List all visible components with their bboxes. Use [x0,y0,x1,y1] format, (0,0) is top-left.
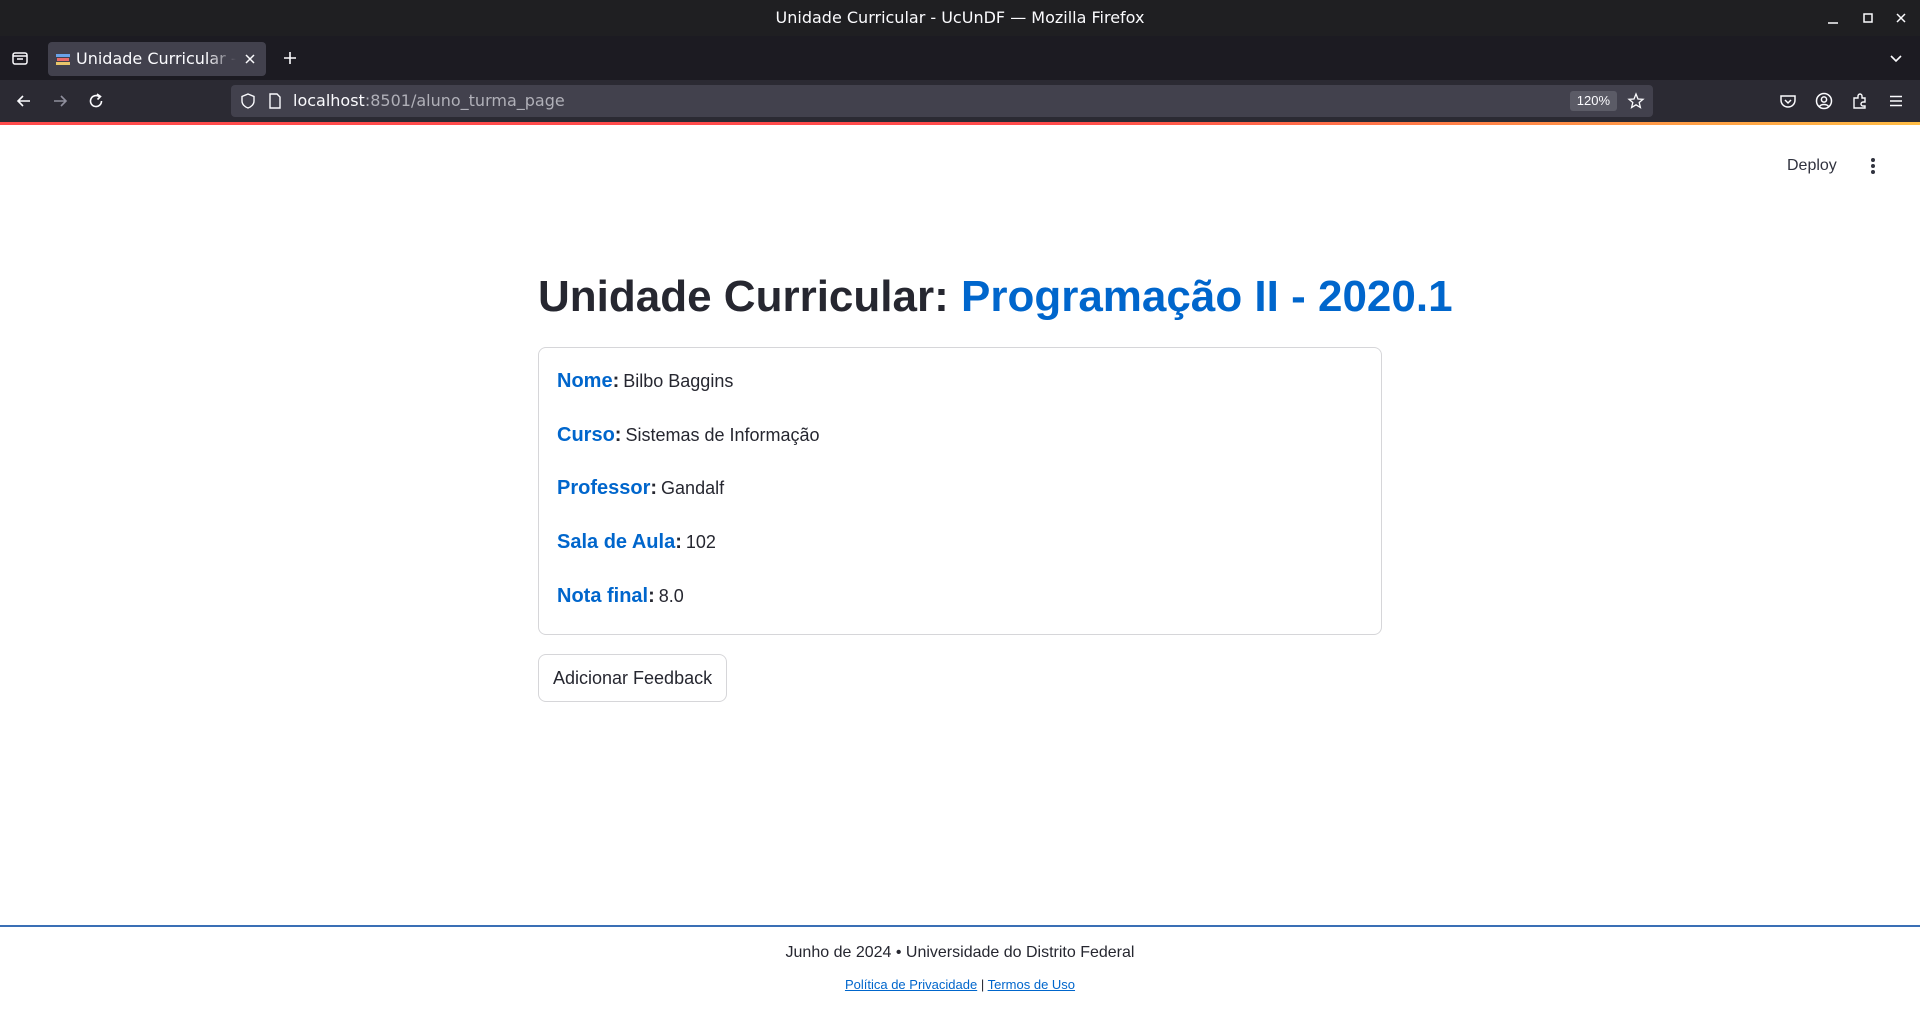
info-value: Gandalf [661,478,725,498]
label-colon: : [650,477,658,499]
course-name: Programação II - 2020.1 [960,272,1453,321]
tab-active[interactable]: Unidade Curricular - UcUnDF [48,42,266,76]
footer-text: Junho de 2024 • Universidade do Distrito… [785,944,1135,961]
minimize-icon[interactable] [1822,8,1844,28]
bookmark-star-icon[interactable] [1627,92,1645,110]
shield-icon[interactable] [239,92,257,110]
info-row-nome: Nome: Bilbo Baggins [557,370,733,393]
forward-arrow-icon[interactable] [50,91,70,111]
chevron-down-icon[interactable] [1886,48,1906,68]
info-value: 8.0 [658,586,684,606]
hamburger-menu-icon[interactable] [1886,91,1906,111]
new-tab-icon[interactable] [280,48,300,68]
back-arrow-icon[interactable] [14,91,34,111]
info-row-sala: Sala de Aula: 102 [557,531,716,554]
page-icon[interactable] [267,92,283,110]
account-icon[interactable] [1814,91,1834,111]
window-title: Unidade Curricular - UcUnDF — Mozilla Fi… [775,8,1145,27]
info-label: Nome [557,370,613,392]
info-value: Bilbo Baggins [623,371,734,391]
page-title-prefix: Unidade Curricular: [538,272,961,321]
privacy-policy-link[interactable]: Política de Privacidade [845,977,977,992]
navigation-bar: localhost:8501/aluno_turma_page 120% [0,80,1920,122]
url-host: localhost [293,91,365,110]
url-text[interactable]: localhost:8501/aluno_turma_page [293,85,565,117]
info-label: Professor [557,477,651,499]
close-tab-icon[interactable] [242,51,258,67]
kebab-menu-icon[interactable] [1863,152,1883,180]
label-colon: : [648,585,655,607]
info-row-nota: Nota final: 8.0 [557,585,684,608]
maximize-icon[interactable] [1857,8,1879,28]
tab-bar: Unidade Curricular - UcUnDF [0,36,1920,80]
terms-of-use-link[interactable]: Termos de Uso [988,977,1075,992]
reload-icon[interactable] [86,91,106,111]
footer-links: Política de Privacidade | Termos de Uso [0,977,1920,992]
label-colon: : [675,531,682,553]
books-favicon-icon [56,53,70,65]
address-bar[interactable]: localhost:8501/aluno_turma_page 120% [231,85,1653,117]
label-colon: : [612,370,620,392]
streamlit-header-decoration [0,122,1920,125]
student-info-card: Nome: Bilbo Baggins Curso: Sistemas de Inf… [538,347,1382,635]
info-label: Sala de Aula [557,531,676,553]
footer-divider [0,925,1920,927]
page-title: Unidade Curricular: Programação II - 202… [538,272,1453,322]
info-row-curso: Curso: Sistemas de Informação [557,424,820,447]
info-value: Sistemas de Informação [625,425,820,445]
info-value: 102 [685,532,716,552]
firefox-view-icon[interactable] [10,48,30,68]
pocket-icon[interactable] [1778,91,1798,111]
deploy-button[interactable]: Deploy [1779,152,1845,180]
zoom-level-badge[interactable]: 120% [1569,91,1617,111]
window-titlebar: Unidade Curricular - UcUnDF — Mozilla Fi… [0,0,1920,36]
close-window-icon[interactable] [1890,8,1912,28]
tab-title: Unidade Curricular - UcUnDF [76,49,236,68]
info-label: Curso [557,424,615,446]
footer-separator: | [980,977,985,992]
label-colon: : [614,424,622,446]
extensions-icon[interactable] [1850,91,1870,111]
add-feedback-button[interactable]: Adicionar Feedback [538,654,728,702]
url-path: :8501/aluno_turma_page [364,91,565,110]
info-row-professor: Professor: Gandalf [557,477,724,500]
info-label: Nota final [557,585,649,607]
